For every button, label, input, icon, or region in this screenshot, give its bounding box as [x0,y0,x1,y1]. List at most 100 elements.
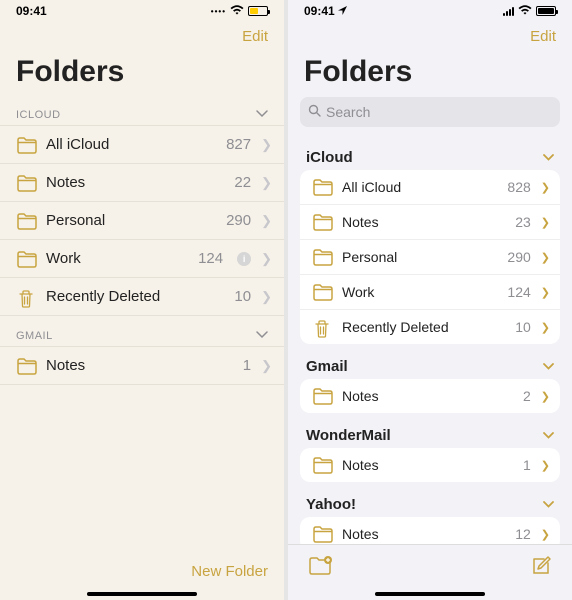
folder-count: 290 [226,212,251,229]
folder-label: All iCloud [46,136,216,153]
folder-count: 10 [515,319,531,335]
page-title: Folders [0,51,284,95]
folder-icon [16,358,36,374]
section-header[interactable]: Yahoo! [300,488,560,517]
folder-count: 2 [523,388,531,404]
folder-label: Notes [342,457,513,473]
folder-row[interactable]: Notes 23 ❯ [300,205,560,240]
folder-row[interactable]: Personal 290 ❯ [0,201,284,239]
edit-button[interactable]: Edit [530,28,556,45]
home-indicator[interactable] [87,592,197,596]
search-input[interactable]: Search [300,97,560,127]
folder-icon [312,526,332,542]
folder-icon [312,284,332,300]
folder-row[interactable]: All iCloud 827 ❯ [0,125,284,163]
compose-button[interactable] [530,555,552,582]
folder-icon [16,137,36,153]
folder-count: 22 [234,174,251,191]
status-icons: •••• [211,4,268,18]
folder-row[interactable]: All iCloud 828 ❯ [300,170,560,205]
folder-icon [312,388,332,404]
new-folder-button[interactable] [308,556,332,581]
trash-icon [16,289,36,305]
chevron-right-icon: ❯ [541,390,550,403]
chevron-right-icon: ❯ [541,286,550,299]
folder-row[interactable]: Notes 1 ❯ [0,346,284,385]
folder-count: 124 [198,250,223,267]
chevron-right-icon: ❯ [541,181,550,194]
status-bar: 09:41 [288,0,572,22]
chevron-down-icon [256,330,268,342]
location-icon [338,4,347,18]
folder-label: All iCloud [342,179,497,195]
folder-icon [16,175,36,191]
chevron-down-icon [543,152,554,164]
status-time: 09:41 [304,4,335,18]
folder-count: 1 [523,457,531,473]
folder-count: 10 [234,288,251,305]
folder-row[interactable]: Notes 1 ❯ [300,448,560,482]
notes-app-old: 09:41 •••• Edit Folders ICLOUD All iClou… [0,0,284,600]
folder-label: Work [342,284,497,300]
folder-count: 23 [515,214,531,230]
wifi-icon [518,4,532,18]
home-indicator[interactable] [375,592,485,596]
new-folder-button[interactable]: New Folder [191,563,268,580]
chevron-right-icon: ❯ [261,289,272,305]
folder-label: Notes [342,526,505,542]
chevron-right-icon: ❯ [261,213,272,229]
folder-count: 1 [243,357,251,374]
chevron-down-icon [543,499,554,511]
folder-count: 827 [226,136,251,153]
folder-row[interactable]: Recently Deleted 10 ❯ [0,277,284,316]
search-icon [308,104,321,120]
chevron-right-icon: ❯ [261,137,272,153]
section-header[interactable]: iCloud [300,141,560,170]
section-header[interactable]: WonderMail [300,419,560,448]
cellular-signal-icon [503,6,514,16]
folder-count: 124 [507,284,530,300]
folder-icon [16,213,36,229]
section-name: Gmail [306,358,348,375]
chevron-down-icon [543,361,554,373]
section-name: Yahoo! [306,496,356,513]
chevron-right-icon: ❯ [541,459,550,472]
folder-icon [312,179,332,195]
folder-label: Notes [342,214,505,230]
folder-icon [312,249,332,265]
battery-icon [248,6,268,16]
notes-app-new: 09:41 Edit Folders Search iCloud [288,0,572,600]
folder-count: 828 [507,179,530,195]
section-name: ICLOUD [16,109,61,121]
section-header[interactable]: ICLOUD [0,95,284,125]
folder-label: Recently Deleted [342,319,505,335]
folder-icon [312,214,332,230]
folder-row[interactable]: Recently Deleted 10 ❯ [300,310,560,344]
chevron-right-icon: ❯ [261,175,272,191]
chevron-down-icon [256,109,268,121]
folder-row[interactable]: Work 124 ❯ [300,275,560,310]
folder-label: Notes [46,174,224,191]
status-icons [503,4,556,18]
chevron-right-icon: ❯ [541,216,550,229]
folder-icon [16,251,36,267]
status-time: 09:41 [16,4,47,18]
dots-signal-icon: •••• [211,7,226,16]
folder-label: Notes [342,388,513,404]
edit-button[interactable]: Edit [242,28,268,45]
chevron-right-icon: ❯ [541,528,550,541]
folder-row[interactable]: Personal 290 ❯ [300,240,560,275]
folder-label: Personal [46,212,216,229]
folder-row[interactable]: Work 124 i ❯ [0,239,284,277]
section-name: GMAIL [16,330,53,342]
section-header[interactable]: Gmail [300,350,560,379]
chevron-right-icon: ❯ [541,251,550,264]
status-bar: 09:41 •••• [0,0,284,22]
folder-label: Work [46,250,188,267]
folder-label: Personal [342,249,497,265]
folder-row[interactable]: Notes 2 ❯ [300,379,560,413]
info-badge-icon: i [237,252,251,266]
folder-row[interactable]: Notes 22 ❯ [0,163,284,201]
section-header[interactable]: GMAIL [0,316,284,346]
folder-label: Recently Deleted [46,288,224,305]
